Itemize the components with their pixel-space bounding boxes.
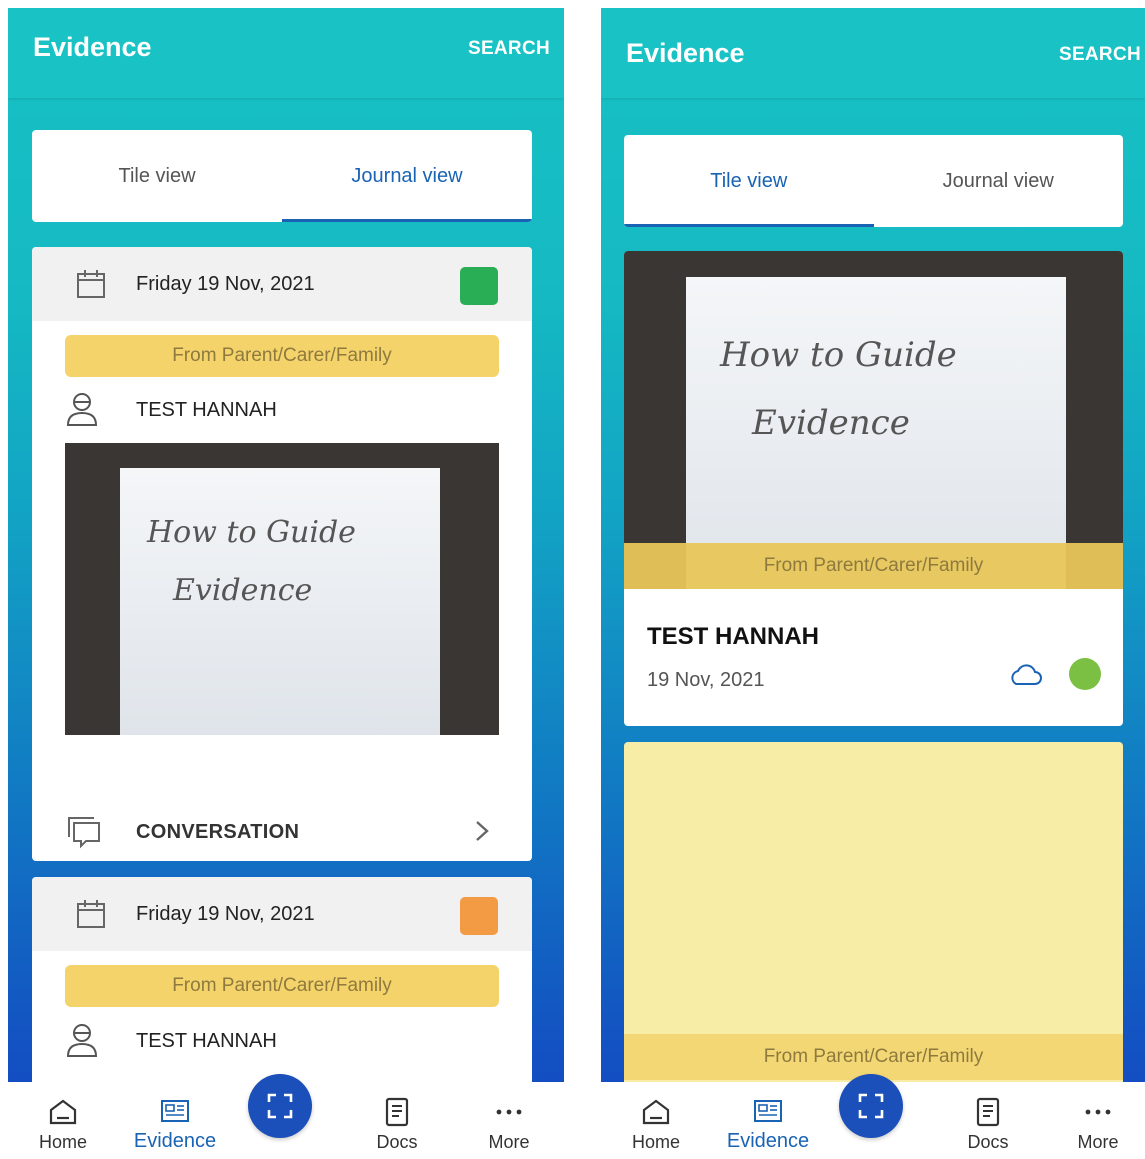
bottom-navigation: Home Evidence Docs More bbox=[8, 1074, 564, 1159]
tile-view-screen: Evidence SEARCH Tile view Journal view H… bbox=[601, 8, 1145, 1159]
search-button[interactable]: SEARCH bbox=[468, 38, 550, 60]
scan-icon bbox=[858, 1093, 884, 1119]
nav-label: Docs bbox=[376, 1132, 418, 1152]
person-name: TEST HANNAH bbox=[136, 399, 277, 421]
nav-label: Docs bbox=[967, 1132, 1009, 1152]
photo-handwriting-line: How to Guide bbox=[147, 515, 356, 550]
entry-header: Friday 19 Nov, 2021 bbox=[32, 877, 532, 951]
source-badge: From Parent/Carer/Family bbox=[624, 1034, 1123, 1080]
person-icon bbox=[66, 393, 98, 426]
page-title: Evidence bbox=[33, 32, 152, 62]
nav-more[interactable]: More bbox=[1053, 1082, 1143, 1159]
status-indicator bbox=[460, 267, 498, 305]
nav-label: More bbox=[488, 1132, 530, 1152]
tab-tile-view[interactable]: Tile view bbox=[624, 135, 874, 227]
nav-evidence[interactable]: Evidence bbox=[713, 1082, 823, 1159]
nav-label: Evidence bbox=[133, 1130, 217, 1152]
entry-date: Friday 19 Nov, 2021 bbox=[136, 903, 315, 925]
source-badge: From Parent/Carer/Family bbox=[65, 965, 499, 1007]
docs-icon bbox=[385, 1097, 409, 1127]
calendar-icon bbox=[77, 900, 105, 928]
photo-handwriting-line: Evidence bbox=[173, 573, 313, 608]
chevron-right-icon bbox=[476, 821, 489, 841]
more-icon bbox=[496, 1109, 522, 1115]
status-indicator bbox=[1069, 658, 1101, 690]
nav-home[interactable]: Home bbox=[611, 1082, 701, 1159]
person-name: TEST HANNAH bbox=[136, 1030, 277, 1052]
nav-home[interactable]: Home bbox=[18, 1082, 108, 1159]
conversation-icon bbox=[68, 817, 100, 849]
source-badge: From Parent/Carer/Family bbox=[65, 335, 499, 377]
docs-icon bbox=[976, 1097, 1000, 1127]
search-button[interactable]: SEARCH bbox=[1059, 44, 1141, 66]
scan-button[interactable] bbox=[248, 1074, 312, 1138]
conversation-row[interactable]: CONVERSATION bbox=[32, 801, 532, 861]
entry-date: Friday 19 Nov, 2021 bbox=[136, 273, 315, 295]
source-badge: From Parent/Carer/Family bbox=[624, 543, 1123, 589]
evidence-tile[interactable]: How to Guide Evidence From Parent/Carer/… bbox=[624, 251, 1123, 726]
view-tabs: Tile view Journal view bbox=[624, 135, 1123, 227]
tab-journal-view[interactable]: Journal view bbox=[874, 135, 1124, 227]
photo-handwriting-line: Evidence bbox=[752, 403, 910, 443]
tab-journal-view[interactable]: Journal view bbox=[282, 130, 532, 222]
nav-evidence[interactable]: Evidence bbox=[120, 1082, 230, 1159]
evidence-tile[interactable]: From Parent/Carer/Family bbox=[624, 742, 1123, 1122]
person-name: TEST HANNAH bbox=[647, 623, 819, 650]
photo-handwriting-line: How to Guide bbox=[720, 335, 957, 375]
evidence-photo[interactable]: How to Guide Evidence bbox=[65, 443, 499, 735]
calendar-icon bbox=[77, 270, 105, 298]
home-icon bbox=[49, 1099, 77, 1125]
nav-label: Home bbox=[631, 1132, 680, 1152]
scan-button[interactable] bbox=[839, 1074, 903, 1138]
nav-docs[interactable]: Docs bbox=[352, 1082, 442, 1159]
conversation-label: CONVERSATION bbox=[136, 821, 300, 843]
nav-label: Evidence bbox=[726, 1130, 810, 1152]
home-icon bbox=[642, 1099, 670, 1125]
nav-label: Home bbox=[38, 1132, 87, 1152]
person-icon bbox=[66, 1024, 98, 1057]
app-bar: Evidence SEARCH bbox=[601, 8, 1145, 98]
journal-entry-card[interactable]: Friday 19 Nov, 2021 From Parent/Carer/Fa… bbox=[32, 247, 532, 861]
entry-header: Friday 19 Nov, 2021 bbox=[32, 247, 532, 321]
cloud-icon bbox=[1011, 664, 1042, 685]
tab-tile-view[interactable]: Tile view bbox=[32, 130, 282, 222]
evidence-photo: How to Guide Evidence bbox=[624, 251, 1123, 589]
journal-view-screen: Evidence SEARCH Tile view Journal view F… bbox=[8, 8, 564, 1159]
app-bar: Evidence SEARCH bbox=[8, 8, 564, 98]
page-title: Evidence bbox=[626, 38, 745, 68]
nav-label: More bbox=[1077, 1132, 1119, 1152]
nav-docs[interactable]: Docs bbox=[943, 1082, 1033, 1159]
bottom-navigation: Home Evidence Docs More bbox=[601, 1074, 1145, 1159]
evidence-icon bbox=[161, 1100, 189, 1122]
view-tabs: Tile view Journal view bbox=[32, 130, 532, 222]
evidence-icon bbox=[754, 1100, 782, 1122]
nav-more[interactable]: More bbox=[464, 1082, 554, 1159]
more-icon bbox=[1085, 1109, 1111, 1115]
status-indicator bbox=[460, 897, 498, 935]
tile-date: 19 Nov, 2021 bbox=[647, 669, 765, 691]
scan-icon bbox=[267, 1093, 293, 1119]
